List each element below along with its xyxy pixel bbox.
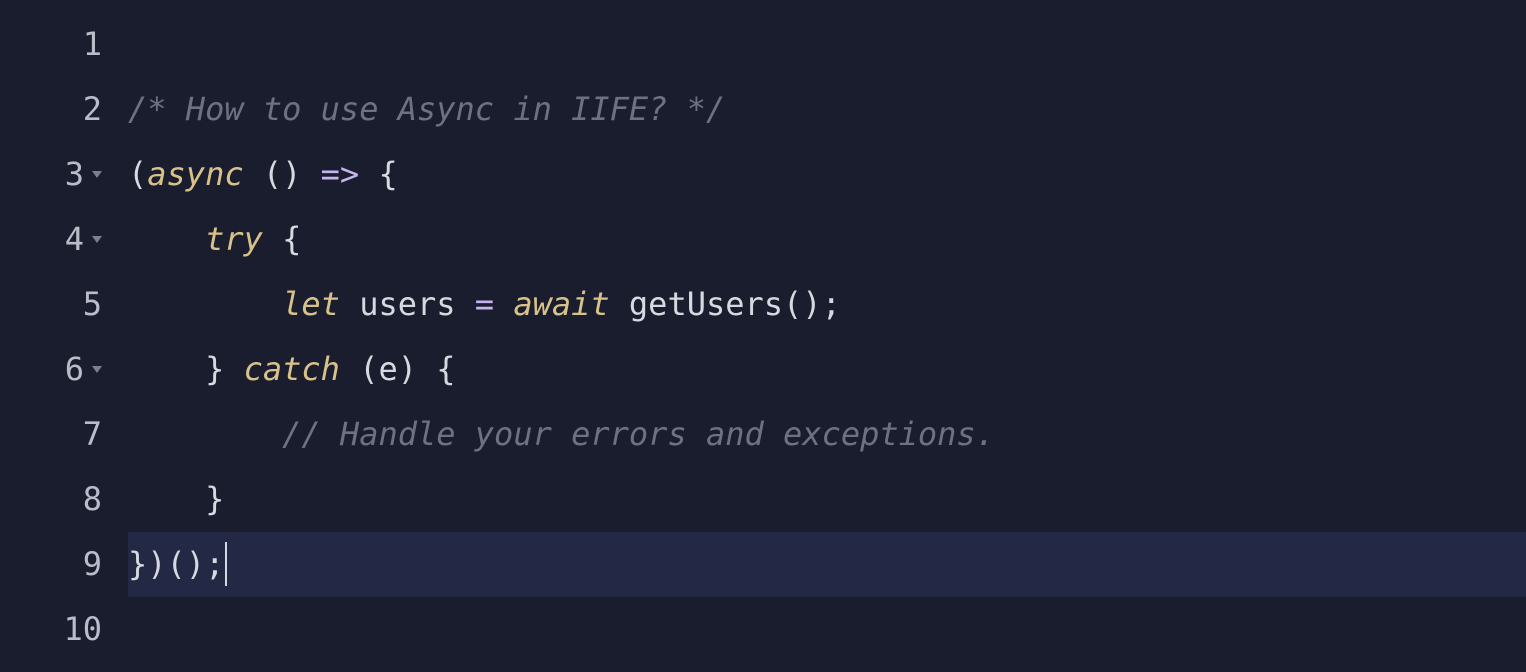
gutter: 12345678910 [0,0,110,672]
line-number-text: 1 [83,12,102,77]
line-number-text: 7 [83,402,102,467]
token-punct [205,415,282,453]
code-line[interactable]: })(); [128,532,1526,597]
token-punct: } [205,350,244,388]
line-number: 9 [0,532,110,597]
token-punct: { [359,155,398,193]
token-comment: // Handle your errors and exceptions. [282,415,995,453]
token-punct: } [205,480,224,518]
line-number-text: 5 [83,272,102,337]
token-keyword: async [147,155,243,193]
line-number: 4 [0,207,110,272]
token-keyword: try [205,220,263,258]
code-line[interactable]: let users = await getUsers(); [128,272,1526,337]
code-line[interactable]: // Handle your errors and exceptions. [128,402,1526,467]
line-number-text: 10 [63,597,102,662]
token-storage: let [282,285,340,323]
token-func: getUsers [629,285,783,323]
token-guide [128,480,205,518]
fold-icon[interactable] [92,171,102,178]
line-number-text: 4 [65,207,84,272]
token-op: => [321,155,360,193]
cursor [225,542,227,586]
token-guide [128,350,205,388]
token-keyword: await [513,285,609,323]
token-punct: })(); [128,545,224,583]
line-number: 10 [0,597,110,662]
token-comment: /* How to use Async in IIFE? */ [128,90,725,128]
code-line[interactable] [128,597,1526,662]
token-punct: (e) { [340,350,456,388]
token-guide [128,415,205,453]
code-area[interactable]: /* How to use Async in IIFE? */ (async ()… [110,0,1526,672]
code-editor[interactable]: 12345678910 /* How to use Async in IIFE?… [0,0,1526,672]
code-line[interactable]: /* How to use Async in IIFE? */ [128,77,1526,142]
line-number-text: 9 [83,532,102,597]
token-guide [128,285,205,323]
line-number: 6 [0,337,110,402]
token-punct: { [263,220,302,258]
token-keyword: catch [244,350,340,388]
line-number: 2 [0,77,110,142]
line-number-text: 3 [65,142,84,207]
line-number-text: 8 [83,467,102,532]
token-ident [610,285,629,323]
line-number: 3 [0,142,110,207]
line-number: 7 [0,402,110,467]
line-number-text: 2 [83,77,102,142]
line-number: 8 [0,467,110,532]
fold-icon[interactable] [92,366,102,373]
code-line[interactable]: (async () => { [128,142,1526,207]
token-punct [205,285,282,323]
token-guide [128,220,205,258]
line-number: 5 [0,272,110,337]
token-ident: users [340,285,475,323]
code-line[interactable]: } catch (e) { [128,337,1526,402]
code-line[interactable] [128,12,1526,77]
token-ident [494,285,513,323]
fold-icon[interactable] [92,236,102,243]
code-line[interactable]: } [128,467,1526,532]
token-punct: () [244,155,321,193]
line-number: 1 [0,12,110,77]
code-line[interactable]: try { [128,207,1526,272]
token-punct: (); [783,285,841,323]
token-punct: ( [128,155,147,193]
token-op: = [475,285,494,323]
line-number-text: 6 [65,337,84,402]
